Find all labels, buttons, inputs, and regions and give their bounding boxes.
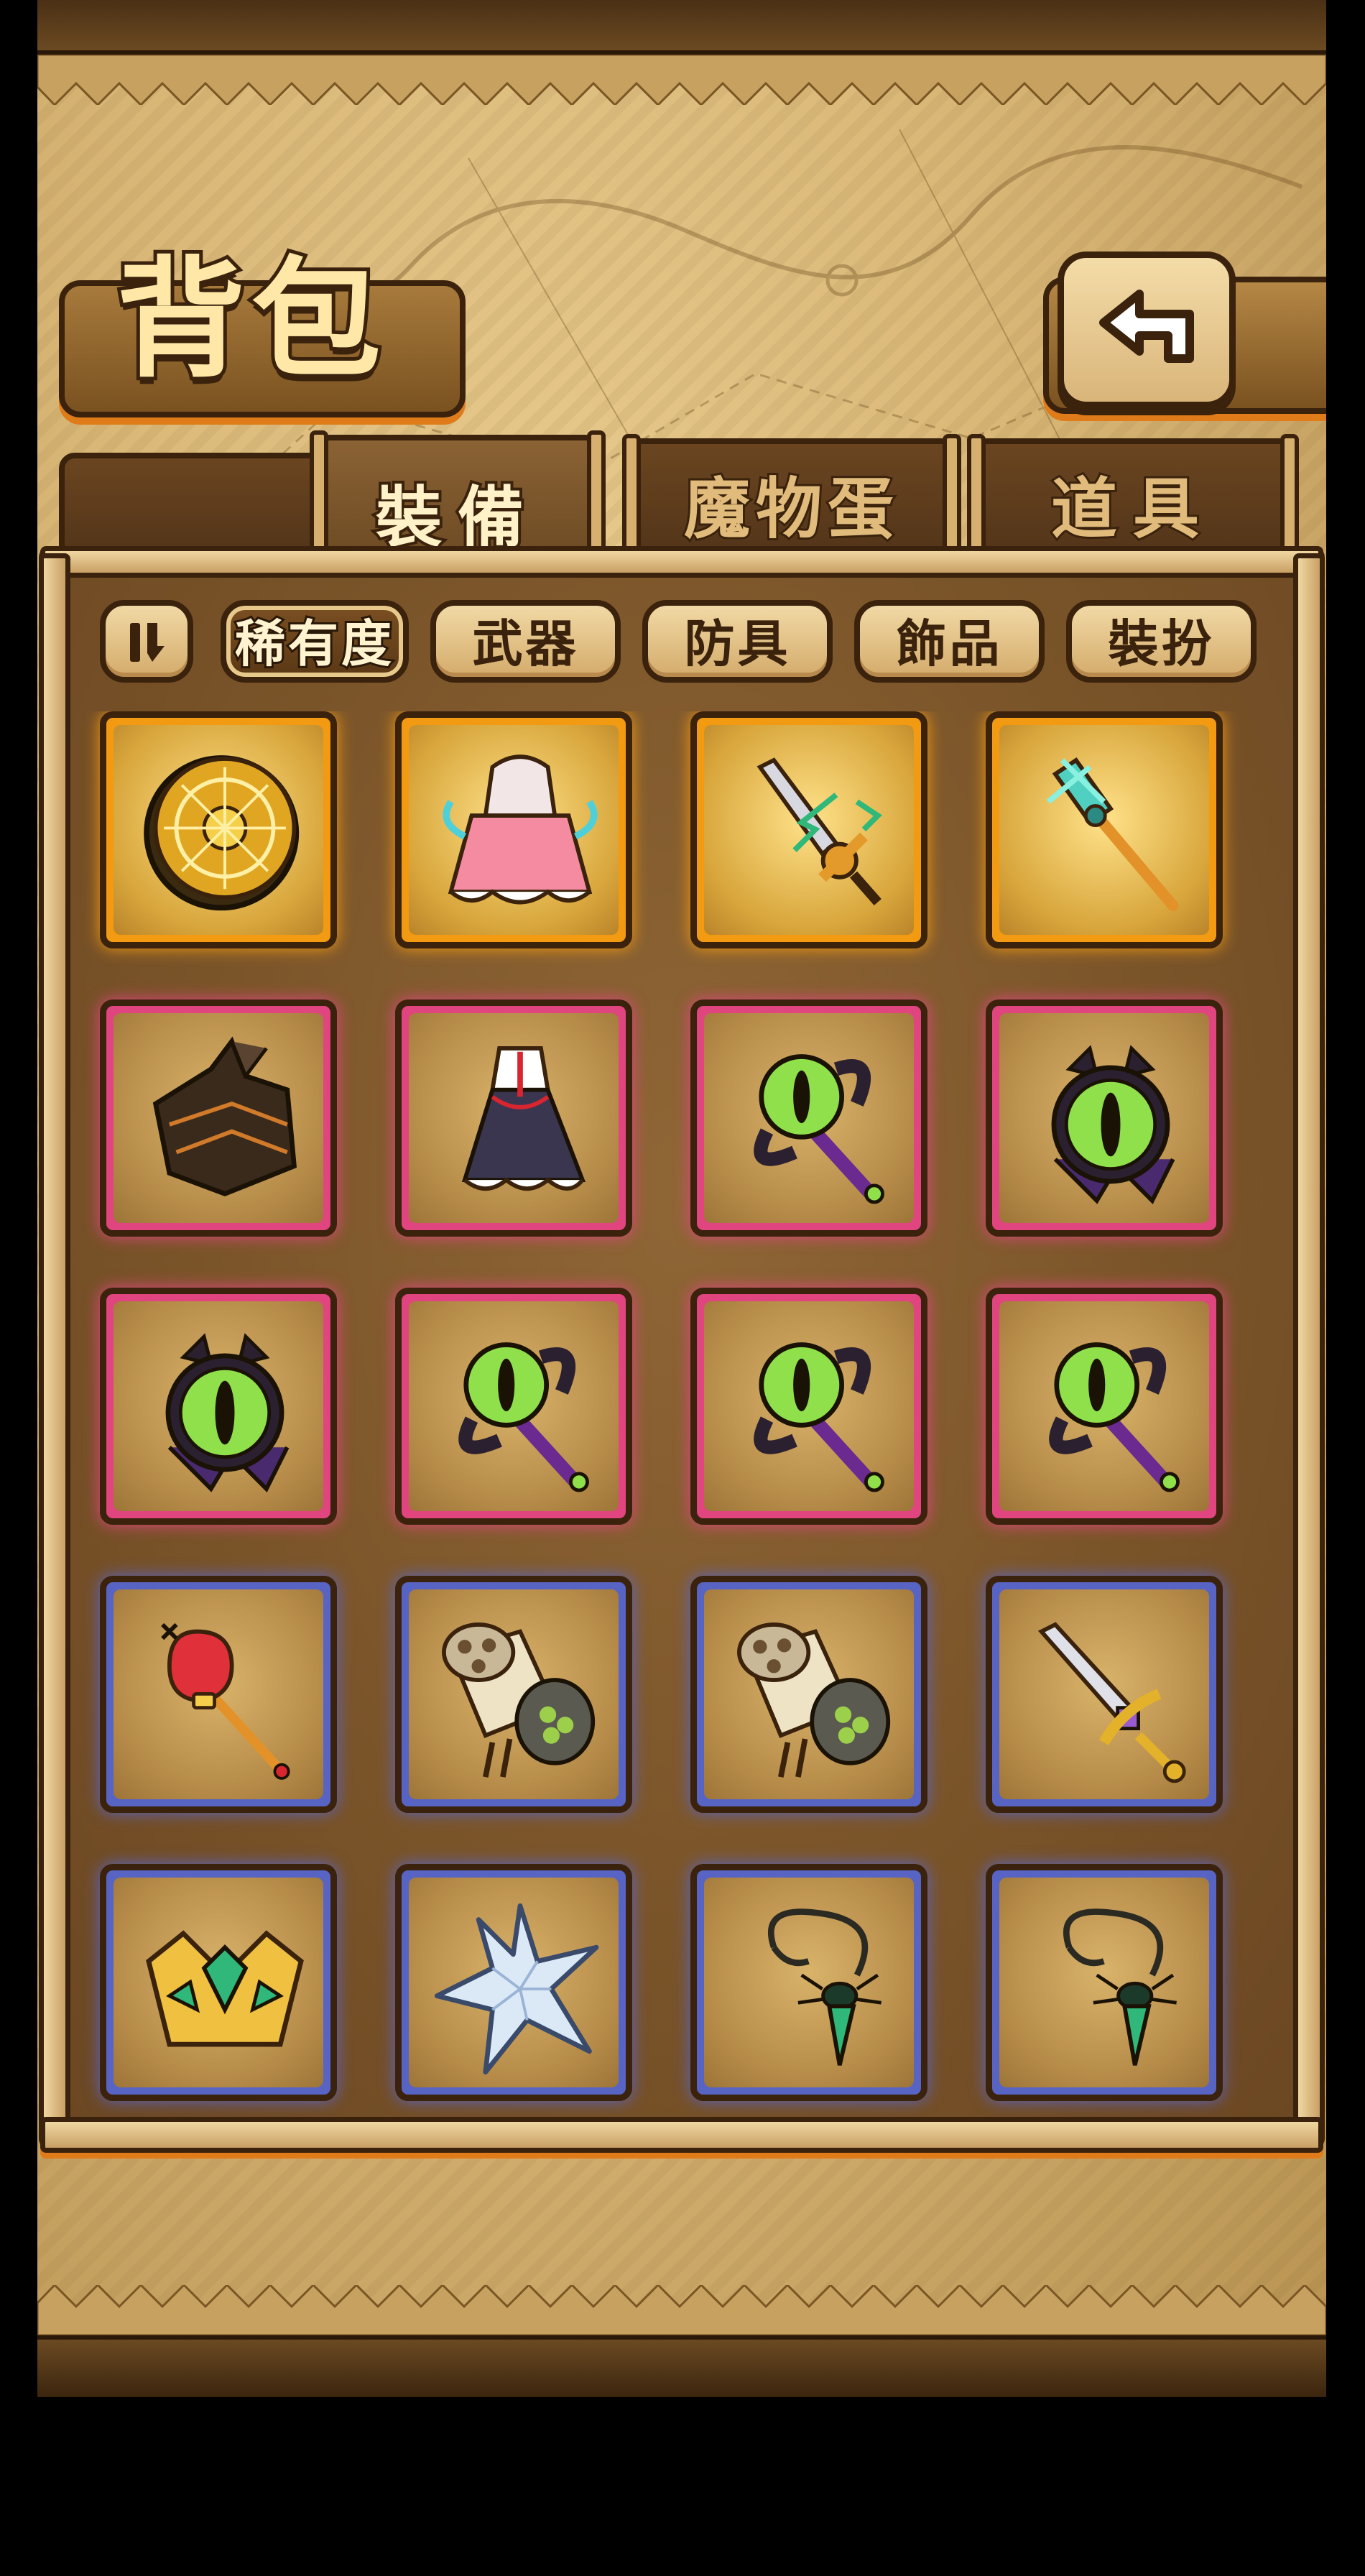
emerald-tiara-icon (146, 1930, 304, 2047)
filter-armor-label: 防具 (684, 614, 791, 673)
item-slot-epic[interactable] (986, 1000, 1223, 1237)
eye-amulet-icon (165, 1333, 290, 1492)
item-slot-legendary[interactable] (395, 711, 632, 948)
maid-dress-icon (461, 1046, 586, 1191)
page-title: 背包 (113, 245, 387, 395)
filter-rarity[interactable]: 稀有度 (221, 600, 409, 683)
spider-gem-necklace-icon (1063, 1908, 1177, 2066)
filter-armor[interactable]: 防具 (642, 600, 833, 683)
game-screen: 背包 裝備 魔物蛋 道具 稀有度 武器 防具 飾品 裝扮 (37, 0, 1326, 2397)
filter-weapons[interactable]: 武器 (430, 600, 621, 683)
tab-monster-eggs-label: 魔物蛋 (682, 471, 899, 548)
tab-items[interactable]: 道具 (967, 434, 1299, 556)
item-slot-epic[interactable] (986, 1288, 1223, 1525)
item-slot-rare[interactable] (690, 1864, 927, 2101)
item-slot-legendary[interactable] (100, 711, 337, 948)
gatling-cannon-icon (442, 1622, 596, 1778)
eye-orb-staff-icon (1049, 1342, 1180, 1492)
item-slot-legendary[interactable] (986, 711, 1223, 948)
ice-crystal-star-icon (434, 1903, 599, 2075)
pink-frilly-hood-dress-icon (443, 754, 598, 905)
panel-rail-bottom (40, 2117, 1323, 2153)
gatling-cannon-icon (737, 1622, 891, 1778)
item-slot-rare[interactable] (100, 1864, 337, 2101)
item-slot-legendary[interactable] (690, 711, 927, 948)
eye-orb-staff-icon (754, 1054, 884, 1204)
tab-equipment[interactable]: 裝備 (310, 430, 606, 557)
item-slot-epic[interactable] (395, 1000, 632, 1237)
item-slot-epic[interactable] (690, 1288, 927, 1525)
item-grid (71, 711, 1292, 2120)
dark-spiked-armor-icon (152, 1036, 297, 1197)
back-button[interactable] (1058, 251, 1236, 408)
sort-toggle-button[interactable] (100, 600, 193, 683)
panel-rail-right (1293, 553, 1325, 2143)
eye-orb-staff-icon (754, 1342, 884, 1492)
sort-toggle-icon (130, 623, 165, 662)
item-slot-rare[interactable] (986, 1864, 1223, 2101)
filter-accessories[interactable]: 飾品 (854, 600, 1045, 683)
tab-equipment-label: 裝備 (373, 479, 540, 556)
filter-weapons-label: 武器 (472, 614, 579, 673)
tab-blank (59, 453, 339, 546)
bottom-zigzag-border (37, 2285, 1326, 2335)
back-arrow-icon (1099, 290, 1194, 363)
item-slot-rare[interactable] (395, 1864, 632, 2101)
top-wood-border (37, 0, 1326, 55)
panel-rail-top (40, 546, 1323, 578)
eye-orb-staff-icon (458, 1342, 589, 1492)
red-crown-scepter-icon (161, 1622, 290, 1780)
eye-amulet-icon (1051, 1045, 1175, 1204)
item-slot-rare[interactable] (690, 1576, 927, 1813)
inventory-panel: 稀有度 武器 防具 飾品 裝扮 (39, 546, 1325, 2153)
item-slot-epic[interactable] (395, 1288, 632, 1525)
golden-clock-coin-icon (144, 755, 300, 911)
item-slot-rare[interactable] (986, 1576, 1223, 1813)
tab-items-label: 道具 (1049, 471, 1215, 548)
green-lightning-sword-icon (756, 757, 882, 906)
item-slot-epic[interactable] (690, 1000, 927, 1237)
item-slot-rare[interactable] (100, 1576, 337, 1813)
panel-rail-left (39, 553, 70, 2143)
item-slot-rare[interactable] (395, 1576, 632, 1813)
filter-outfits[interactable]: 裝扮 (1066, 600, 1257, 683)
top-zigzag-border (37, 55, 1326, 105)
filter-outfits-label: 裝扮 (1108, 614, 1215, 673)
gold-hilt-sword-icon (1037, 1622, 1186, 1783)
crystal-trident-staff-icon (1046, 757, 1179, 912)
bottom-wood-border (37, 2335, 1326, 2397)
filter-accessories-label: 飾品 (896, 614, 1003, 673)
spider-gem-necklace-icon (767, 1908, 882, 2066)
filter-rarity-label: 稀有度 (233, 614, 394, 673)
item-slot-epic[interactable] (100, 1288, 337, 1525)
item-slot-epic[interactable] (100, 1000, 337, 1237)
tab-monster-eggs[interactable]: 魔物蛋 (622, 434, 961, 556)
